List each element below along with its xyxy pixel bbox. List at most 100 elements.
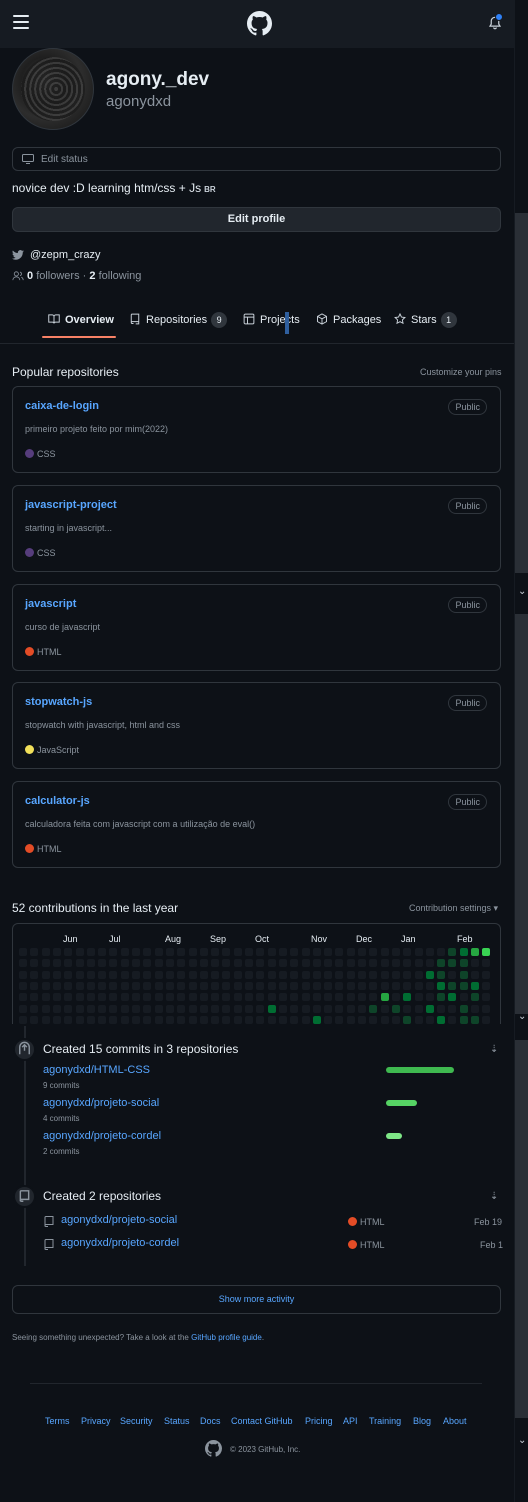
footer-link-api[interactable]: API (343, 1416, 358, 1426)
footer-link-privacy[interactable]: Privacy (81, 1416, 111, 1426)
contribution-day[interactable] (19, 993, 27, 1002)
contribution-day[interactable] (165, 1015, 174, 1024)
contribution-day[interactable] (245, 948, 253, 956)
footer-link-training[interactable]: Training (369, 1416, 401, 1426)
github-mark-icon[interactable] (205, 1440, 222, 1457)
contribution-day[interactable] (177, 993, 186, 1002)
contribution-day[interactable] (256, 948, 265, 956)
contribution-day[interactable] (278, 1004, 287, 1013)
contribution-day[interactable] (324, 993, 333, 1002)
contribution-day[interactable] (290, 948, 299, 956)
contribution-day[interactable] (459, 970, 468, 979)
contribution-day[interactable] (267, 1004, 276, 1013)
tab-stars[interactable]: Stars 1 (394, 312, 457, 334)
contribution-day[interactable] (64, 959, 73, 968)
contribution-day[interactable] (425, 970, 434, 979)
followers-link[interactable]: 0 followers (27, 270, 80, 282)
contribution-day[interactable] (358, 959, 366, 968)
contribution-day[interactable] (324, 981, 333, 990)
contribution-day[interactable] (448, 1004, 457, 1013)
contribution-day[interactable] (448, 948, 457, 956)
contribution-day[interactable] (120, 981, 129, 990)
contribution-day[interactable] (132, 970, 140, 979)
contribution-day[interactable] (233, 970, 242, 979)
contribution-day[interactable] (188, 1015, 197, 1024)
contribution-day[interactable] (380, 970, 389, 979)
repo-name-link[interactable]: calculator-js (25, 795, 90, 807)
footer-link-status[interactable]: Status (164, 1416, 190, 1426)
contribution-day[interactable] (41, 970, 50, 979)
edit-profile-button[interactable]: Edit profile (12, 207, 501, 232)
contribution-day[interactable] (154, 981, 163, 990)
contribution-day[interactable] (177, 948, 186, 956)
contribution-day[interactable] (380, 959, 389, 968)
contribution-day[interactable] (165, 959, 174, 968)
contribution-day[interactable] (30, 970, 39, 979)
contribution-day[interactable] (312, 970, 321, 979)
contribution-day[interactable] (211, 1015, 220, 1024)
contribution-day[interactable] (30, 993, 39, 1002)
contribution-day[interactable] (278, 970, 287, 979)
contribution-day[interactable] (75, 970, 84, 979)
footer-link-blog[interactable]: Blog (413, 1416, 431, 1426)
contribution-day[interactable] (391, 959, 400, 968)
repo-name-link[interactable]: caixa-de-login (25, 400, 99, 412)
contribution-day[interactable] (459, 948, 468, 956)
contribution-day[interactable] (358, 993, 366, 1002)
contribution-day[interactable] (482, 970, 491, 979)
contribution-day[interactable] (278, 981, 287, 990)
contribution-day[interactable] (369, 993, 378, 1002)
contribution-day[interactable] (120, 959, 129, 968)
contribution-day[interactable] (30, 1004, 39, 1013)
footer-link-contact[interactable]: Contact GitHub (231, 1416, 293, 1426)
contribution-day[interactable] (52, 981, 61, 990)
contribution-day[interactable] (380, 993, 389, 1002)
contribution-day[interactable] (199, 993, 208, 1002)
contribution-day[interactable] (41, 948, 50, 956)
contribution-day[interactable] (403, 1004, 412, 1013)
contribution-day[interactable] (471, 981, 479, 990)
contribution-day[interactable] (52, 1015, 61, 1024)
contribution-day[interactable] (437, 993, 446, 1002)
contribution-day[interactable] (154, 970, 163, 979)
contribution-day[interactable] (177, 981, 186, 990)
scroll-down-icon[interactable]: ⌄ (518, 1011, 526, 1022)
contribution-day[interactable] (482, 959, 491, 968)
contribution-day[interactable] (346, 1015, 355, 1024)
contribution-day[interactable] (335, 981, 344, 990)
scrollbar[interactable]: ⌄ ⌄ ⌄ (514, 0, 528, 1502)
contribution-day[interactable] (346, 948, 355, 956)
repo-name-link[interactable]: javascript (25, 598, 76, 610)
contribution-day[interactable] (425, 981, 434, 990)
contribution-day[interactable] (278, 959, 287, 968)
contribution-day[interactable] (369, 959, 378, 968)
contribution-day[interactable] (98, 970, 107, 979)
contribution-day[interactable] (41, 1015, 50, 1024)
contribution-day[interactable] (301, 981, 310, 990)
contribution-day[interactable] (211, 970, 220, 979)
contribution-day[interactable] (414, 970, 423, 979)
contribution-day[interactable] (369, 1015, 378, 1024)
contribution-day[interactable] (358, 981, 366, 990)
contribution-day[interactable] (403, 959, 412, 968)
contribution-day[interactable] (233, 981, 242, 990)
contribution-day[interactable] (30, 959, 39, 968)
contribution-day[interactable] (98, 981, 107, 990)
contribution-day[interactable] (403, 948, 412, 956)
footer-link-pricing[interactable]: Pricing (305, 1416, 333, 1426)
contribution-day[interactable] (41, 1004, 50, 1013)
contribution-day[interactable] (245, 970, 253, 979)
contribution-day[interactable] (75, 948, 84, 956)
contribution-day[interactable] (312, 948, 321, 956)
contribution-day[interactable] (391, 1004, 400, 1013)
contribution-day[interactable] (358, 1004, 366, 1013)
contribution-day[interactable] (222, 948, 231, 956)
contribution-day[interactable] (437, 948, 446, 956)
contribution-day[interactable] (459, 981, 468, 990)
contribution-day[interactable] (132, 1015, 140, 1024)
contribution-day[interactable] (86, 970, 95, 979)
contribution-day[interactable] (177, 1004, 186, 1013)
profile-guide-link[interactable]: GitHub profile guide (191, 1333, 262, 1342)
contribution-day[interactable] (278, 948, 287, 956)
contribution-day[interactable] (391, 948, 400, 956)
